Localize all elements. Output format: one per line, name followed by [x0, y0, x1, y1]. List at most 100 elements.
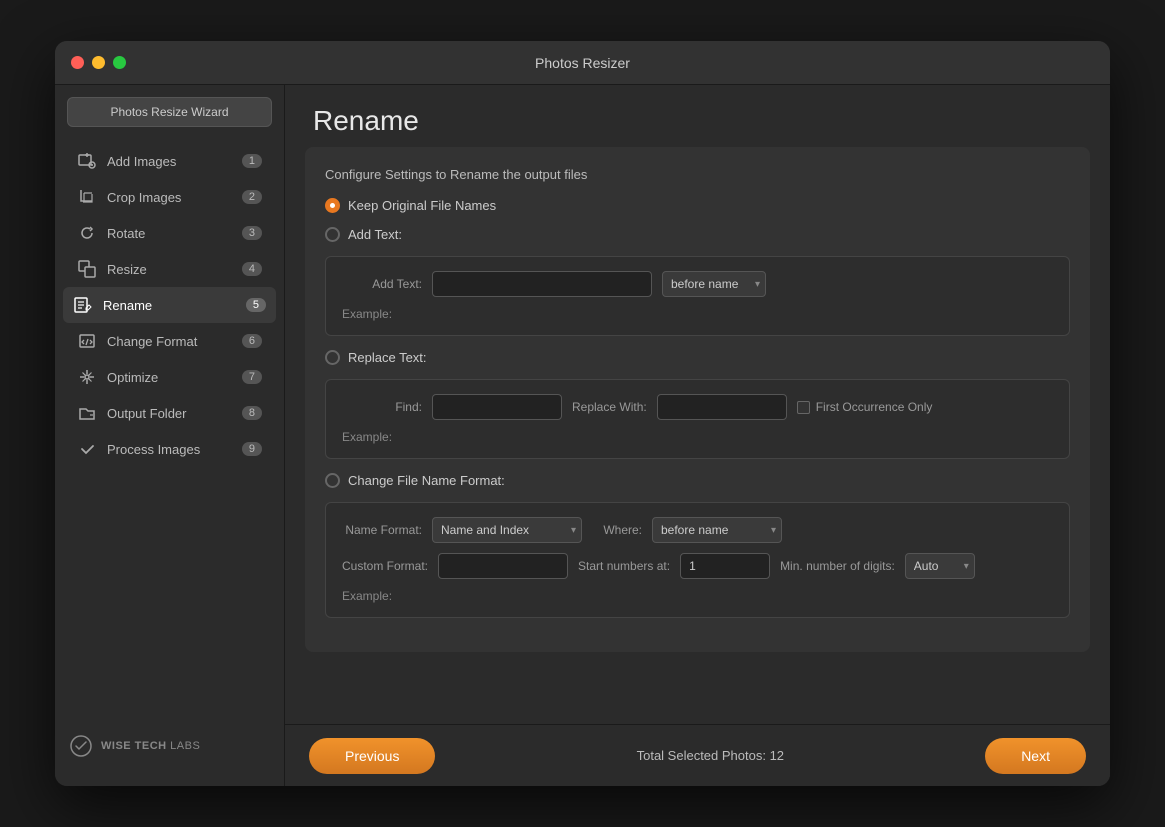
start-numbers-label: Start numbers at: — [578, 559, 670, 573]
name-format-wrapper: Name and Index Index Only Custom — [432, 517, 582, 543]
sidebar-item-rename[interactable]: Rename 5 — [63, 287, 276, 323]
option-keep-original[interactable]: Keep Original File Names — [325, 198, 1070, 213]
min-digits-select[interactable]: Auto 1 2 3 — [905, 553, 975, 579]
radio-change-format[interactable] — [325, 473, 340, 488]
find-label: Find: — [342, 400, 422, 414]
sidebar-item-rotate[interactable]: Rotate 3 — [63, 215, 276, 251]
first-occurrence-label: First Occurrence Only — [816, 400, 933, 414]
sidebar-label-output-folder: Output Folder — [107, 406, 187, 421]
sidebar-item-add-images[interactable]: Add Images 1 — [63, 143, 276, 179]
maximize-button[interactable] — [113, 56, 126, 69]
company-logo: WISE TECH LABS — [55, 718, 284, 774]
sidebar-badge-change-format: 6 — [242, 334, 262, 348]
app-window: Photos Resizer Photos Resize Wizard — [55, 41, 1110, 786]
status-text: Total Selected Photos: 12 — [637, 748, 784, 763]
option-replace-text-label: Replace Text: — [348, 350, 427, 365]
custom-format-label: Custom Format: — [342, 559, 428, 573]
where-label: Where: — [592, 523, 642, 537]
replace-with-input[interactable] — [657, 394, 787, 420]
start-numbers-input[interactable] — [680, 553, 770, 579]
wise-tech-icon — [69, 734, 93, 758]
name-format-label: Name Format: — [342, 523, 422, 537]
name-format-row: Name Format: Name and Index Index Only C… — [342, 517, 1053, 543]
page-title: Rename — [313, 105, 1082, 137]
sidebar-item-process-images[interactable]: Process Images 9 — [63, 431, 276, 467]
bottom-bar: Previous Total Selected Photos: 12 Next — [285, 724, 1110, 786]
traffic-lights — [71, 56, 126, 69]
sidebar-label-change-format: Change Format — [107, 334, 197, 349]
sidebar-label-add-images: Add Images — [107, 154, 176, 169]
first-occurrence-checkbox[interactable] — [797, 401, 810, 414]
radio-replace-text[interactable] — [325, 350, 340, 365]
rotate-icon — [77, 223, 97, 243]
sidebar-item-crop-images[interactable]: Crop Images 2 — [63, 179, 276, 215]
wizard-button[interactable]: Photos Resize Wizard — [67, 97, 272, 127]
add-text-input[interactable] — [432, 271, 652, 297]
radio-add-text[interactable] — [325, 227, 340, 242]
main-content: Photos Resize Wizard Add Images 1 — [55, 85, 1110, 786]
replace-text-example-label: Example: — [342, 430, 392, 444]
resize-icon — [77, 259, 97, 279]
add-text-form-label: Add Text: — [342, 277, 422, 291]
add-text-row: Add Text: before name after name — [342, 271, 1053, 297]
option-change-format[interactable]: Change File Name Format: — [325, 473, 1070, 488]
sidebar-label-optimize: Optimize — [107, 370, 158, 385]
find-input[interactable] — [432, 394, 562, 420]
sidebar: Photos Resize Wizard Add Images 1 — [55, 85, 285, 786]
panel-header: Rename — [285, 85, 1110, 147]
add-text-position-select[interactable]: before name after name — [662, 271, 766, 297]
sidebar-label-rotate: Rotate — [107, 226, 145, 241]
change-format-icon — [77, 331, 97, 351]
sidebar-badge-process-images: 9 — [242, 442, 262, 456]
company-name: WISE TECH LABS — [101, 740, 200, 752]
add-images-icon — [77, 151, 97, 171]
add-text-example-row: Example: — [342, 307, 1053, 321]
sidebar-item-optimize[interactable]: Optimize 7 — [63, 359, 276, 395]
sidebar-badge-optimize: 7 — [242, 370, 262, 384]
add-text-example-label: Example: — [342, 307, 392, 321]
option-replace-text[interactable]: Replace Text: — [325, 350, 1070, 365]
custom-format-input[interactable] — [438, 553, 568, 579]
sidebar-badge-output-folder: 8 — [242, 406, 262, 420]
sidebar-item-change-format[interactable]: Change Format 6 — [63, 323, 276, 359]
add-text-position-wrapper: before name after name — [662, 271, 766, 297]
name-format-select[interactable]: Name and Index Index Only Custom — [432, 517, 582, 543]
crop-images-icon — [77, 187, 97, 207]
title-bar: Photos Resizer — [55, 41, 1110, 85]
add-text-subcard: Add Text: before name after name Example… — [325, 256, 1070, 336]
sidebar-badge-add-images: 1 — [242, 154, 262, 168]
config-description: Configure Settings to Rename the output … — [325, 167, 1070, 182]
rename-config-card: Configure Settings to Rename the output … — [305, 147, 1090, 652]
first-occurrence-wrapper: First Occurrence Only — [797, 400, 933, 414]
replace-text-row: Find: Replace With: First Occurrence Onl… — [342, 394, 1053, 420]
previous-button[interactable]: Previous — [309, 738, 435, 774]
output-folder-icon — [77, 403, 97, 423]
replace-text-example-row: Example: — [342, 430, 1053, 444]
sidebar-label-rename: Rename — [103, 298, 152, 313]
sidebar-badge-resize: 4 — [242, 262, 262, 276]
option-add-text[interactable]: Add Text: — [325, 227, 1070, 242]
sidebar-item-resize[interactable]: Resize 4 — [63, 251, 276, 287]
sidebar-badge-rename: 5 — [246, 298, 266, 312]
close-button[interactable] — [71, 56, 84, 69]
sidebar-label-process-images: Process Images — [107, 442, 200, 457]
change-format-example-row: Example: — [342, 589, 1053, 603]
option-add-text-label: Add Text: — [348, 227, 402, 242]
panel-body: Configure Settings to Rename the output … — [285, 147, 1110, 724]
main-panel: Rename Configure Settings to Rename the … — [285, 85, 1110, 786]
minimize-button[interactable] — [92, 56, 105, 69]
option-keep-original-label: Keep Original File Names — [348, 198, 496, 213]
min-digits-wrapper: Auto 1 2 3 — [905, 553, 975, 579]
sidebar-badge-crop-images: 2 — [242, 190, 262, 204]
next-button[interactable]: Next — [985, 738, 1086, 774]
sidebar-label-crop-images: Crop Images — [107, 190, 181, 205]
radio-keep-original[interactable] — [325, 198, 340, 213]
sidebar-item-output-folder[interactable]: Output Folder 8 — [63, 395, 276, 431]
where-wrapper: before name after name — [652, 517, 782, 543]
min-digits-label: Min. number of digits: — [780, 559, 895, 573]
rename-icon — [73, 295, 93, 315]
replace-with-label: Replace With: — [572, 400, 647, 414]
where-select[interactable]: before name after name — [652, 517, 782, 543]
optimize-icon — [77, 367, 97, 387]
replace-text-subcard: Find: Replace With: First Occurrence Onl… — [325, 379, 1070, 459]
